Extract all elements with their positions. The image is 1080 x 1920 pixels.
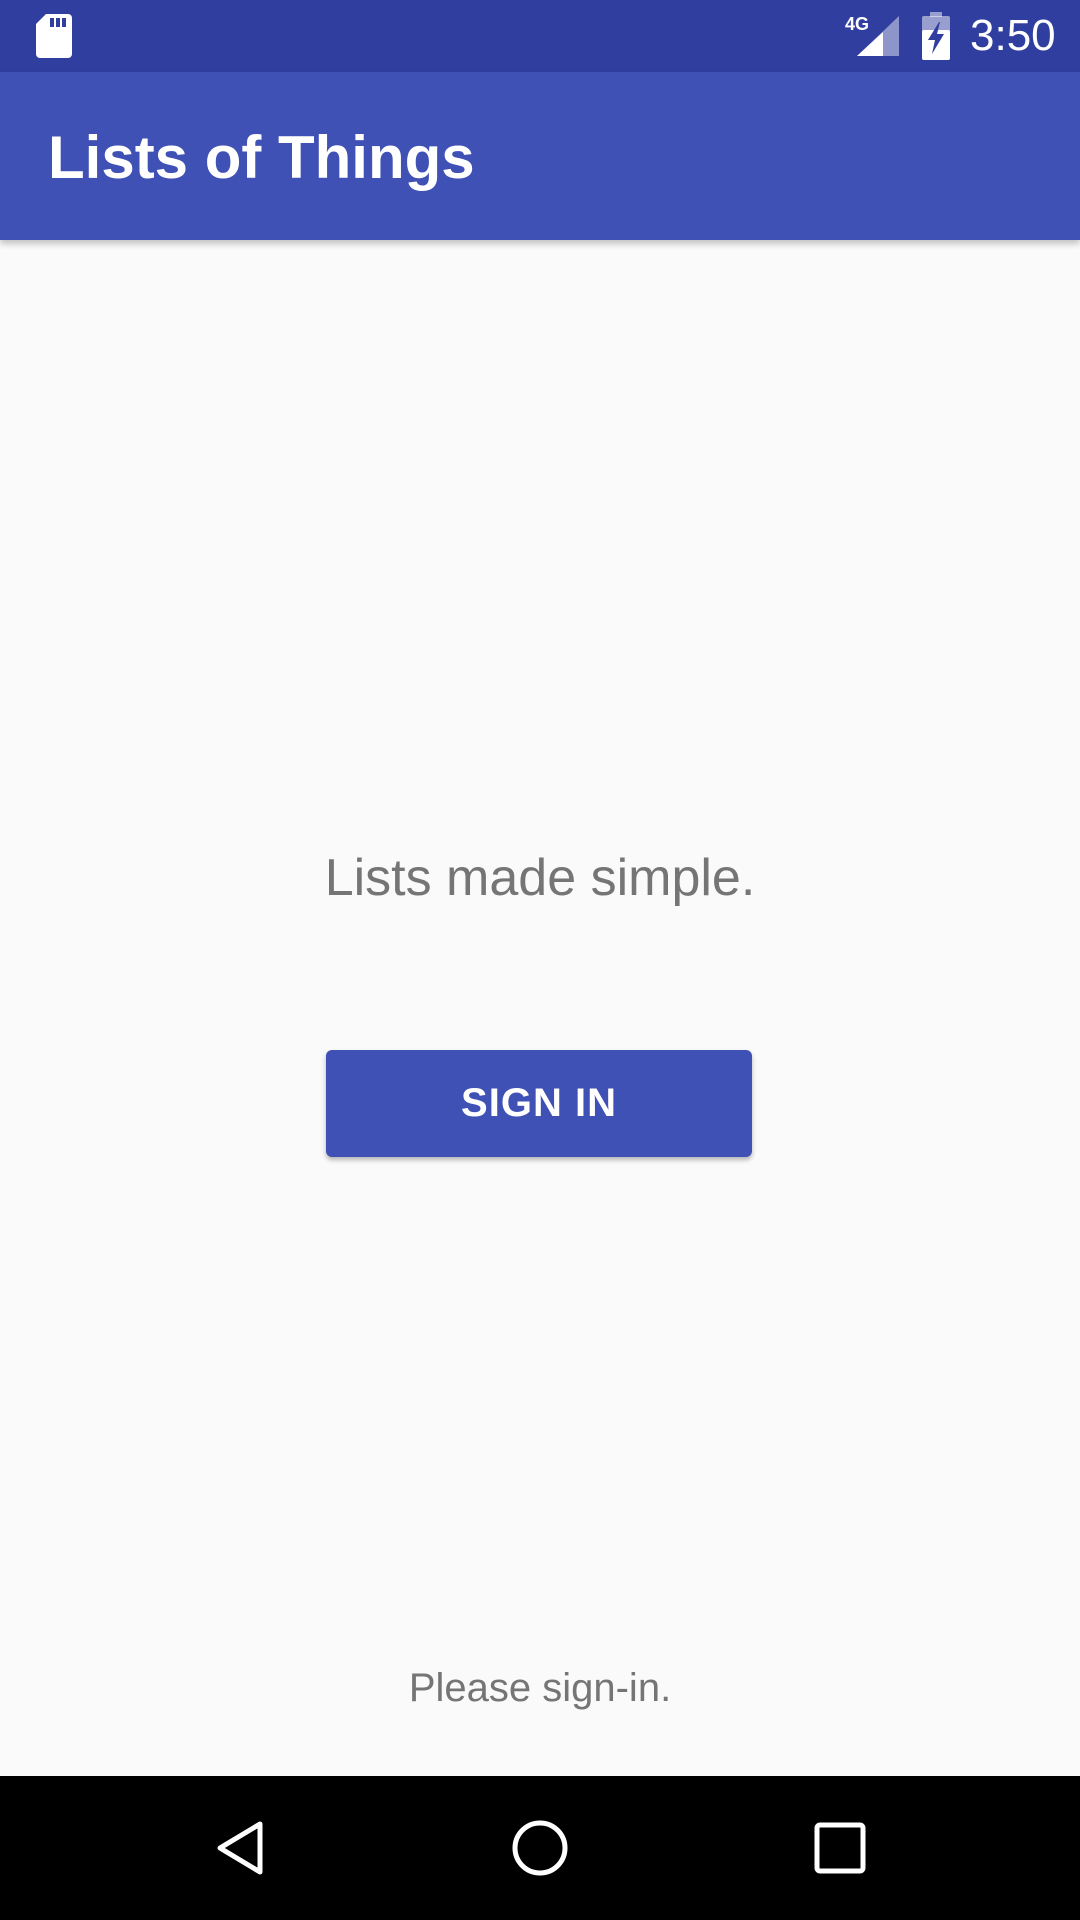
tagline-text: Lists made simple. [324,849,756,907]
nav-home-button[interactable] [485,1796,595,1900]
battery-charging-icon [922,12,950,60]
navigation-bar [0,1776,1080,1920]
recents-icon [814,1822,866,1874]
app-bar: Lists of Things [0,72,1080,240]
sign-in-button[interactable]: SIGN IN [326,1050,752,1157]
screen: 4G 3:50 Lists of Things Lists made simpl… [0,0,1080,1920]
status-bar: 4G 3:50 [0,0,1080,72]
home-icon [512,1820,568,1876]
status-clock: 3:50 [970,11,1056,60]
signal-4g-icon: 4G [845,14,899,56]
sd-card-icon [36,14,72,58]
sign-in-button-label: SIGN IN [461,1081,617,1125]
back-icon [217,1821,263,1875]
nav-back-button[interactable] [185,1796,295,1900]
network-type-label: 4G [845,14,869,34]
sign-in-status-message: Please sign-in. [408,1666,672,1710]
nav-recents-button[interactable] [785,1796,895,1900]
app-title: Lists of Things [48,124,475,191]
